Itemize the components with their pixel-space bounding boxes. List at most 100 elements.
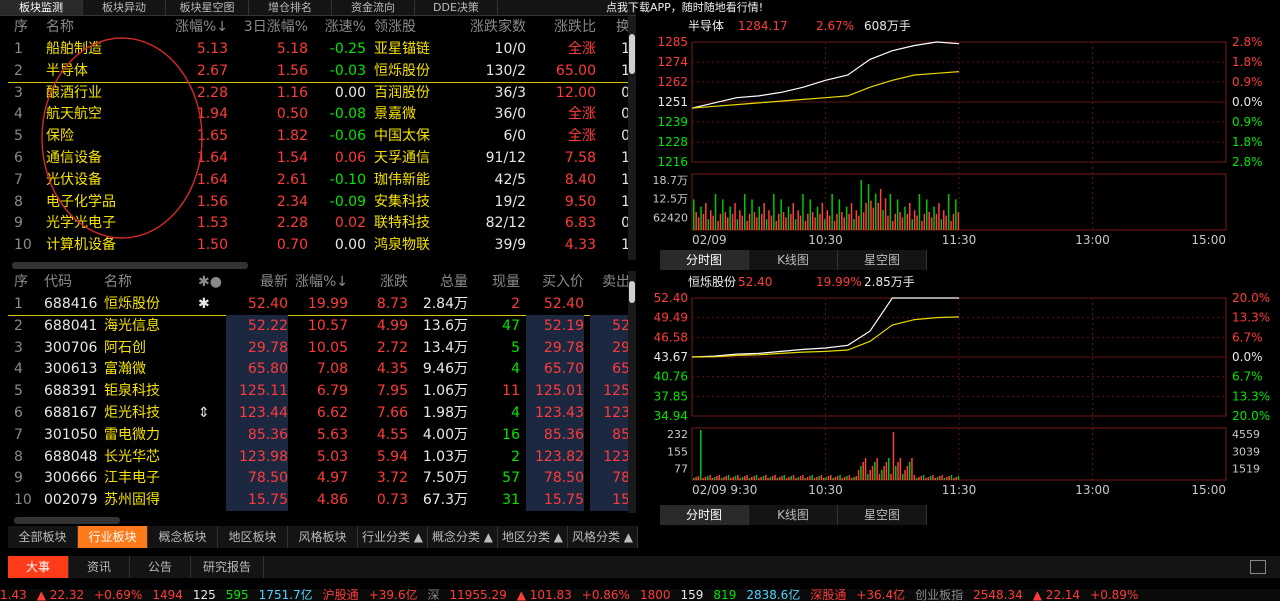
top-tab-3[interactable]: 增仓排名 <box>249 0 332 15</box>
volume-bar <box>730 478 732 480</box>
stock-cell-code[interactable]: 301050 <box>44 424 104 446</box>
sector-cell-leader[interactable]: 中国太保 <box>374 125 454 147</box>
chart-tab-2[interactable]: 星空图 <box>838 505 927 525</box>
stock-cell-code[interactable]: 300613 <box>44 358 104 380</box>
section-tab-5[interactable]: 行业分类 ▲ <box>358 526 428 548</box>
stock-header-2[interactable]: 名称 <box>104 271 194 293</box>
stock-vscroll[interactable] <box>628 271 636 513</box>
sector-header-7[interactable]: 涨跌比 <box>530 16 596 38</box>
stock-header-7[interactable]: 总量 <box>410 271 468 293</box>
news-tab-1[interactable]: 资讯 <box>69 556 130 578</box>
sector-cell-leader[interactable]: 亚星锚链 <box>374 38 454 60</box>
sector-header-0[interactable]: 序 <box>14 16 34 38</box>
stock-cell-name[interactable]: 长光华芯 <box>104 446 194 468</box>
section-tab-4[interactable]: 风格板块 <box>288 526 358 548</box>
table-row[interactable]: 5 688391 钜泉科技 125.11 6.79 7.95 1.06万 11 125.01 12… <box>8 380 630 403</box>
stock-cell-name[interactable]: 炬光科技 <box>104 402 194 424</box>
stock-header-1[interactable]: 代码 <box>44 271 104 293</box>
sector-cell-leader[interactable]: 百润股份 <box>374 82 454 104</box>
stock-cell-code[interactable]: 688167 <box>44 402 104 424</box>
volume-bar <box>736 219 739 230</box>
sector-vscroll[interactable] <box>628 16 636 260</box>
sector-vscroll-thumb[interactable] <box>629 34 635 74</box>
volume-bar <box>758 206 760 230</box>
stock-cell-name[interactable]: 苏州固得 <box>104 489 194 511</box>
stock-header-8[interactable]: 现量 <box>470 271 520 293</box>
sector-hscroll[interactable] <box>12 262 248 269</box>
section-tab-3[interactable]: 地区板块 <box>218 526 288 548</box>
table-row[interactable]: 10 002079 苏州固得 15.75 4.86 0.73 67.3万 31 15.75 15 <box>8 489 630 512</box>
stock-cell-code[interactable]: 002079 <box>44 489 104 511</box>
top-tab-1[interactable]: 板块异动 <box>83 0 166 15</box>
volume-bar <box>794 219 797 230</box>
section-tab-0[interactable]: 全部板块 <box>8 526 78 548</box>
chart-tab-0[interactable]: 分时图 <box>660 250 749 270</box>
table-row[interactable]: 2 688041 海光信息 52.22 10.57 4.99 13.6万 47 52.19 52 <box>8 314 630 337</box>
promo-banner[interactable]: 点我下载APP，随时随地看行情! <box>606 0 763 15</box>
stock-cell-name[interactable]: 阿石创 <box>104 337 194 359</box>
table-row[interactable]: 1 688416 恒烁股份 ✱ 52.40 19.99 8.73 2.84万 2 52.40 <box>8 293 628 316</box>
stock-header-4[interactable]: 最新 <box>226 271 288 293</box>
chart-tab-1[interactable]: K线图 <box>749 505 838 525</box>
stock-vscroll-thumb[interactable] <box>629 281 635 303</box>
sector-cell-leader[interactable]: 恒烁股份 <box>374 60 454 82</box>
stock-intraday-chart[interactable]: 恒烁股份 52.40 19.99% 2.85万手 52.40 20.0% 49.49 13.3… <box>640 272 1280 504</box>
news-tab-0[interactable]: 大事 <box>8 556 69 578</box>
window-restore-icon[interactable] <box>1250 560 1266 574</box>
sector-cell-leader[interactable]: 天孚通信 <box>374 147 454 169</box>
sector-header-4[interactable]: 涨速% <box>314 16 366 38</box>
stock-cell-code[interactable]: 688416 <box>44 293 104 315</box>
sector-cell-leader[interactable]: 联特科技 <box>374 212 454 234</box>
sector-intraday-chart[interactable]: 半导体 1284.17 2.67% 608万手 1285 2.8% 1274 1.8% 1262… <box>640 16 1280 246</box>
top-tab-2[interactable]: 板块星空图 <box>166 0 249 15</box>
chart-tab-1[interactable]: K线图 <box>749 250 838 270</box>
section-tab-7[interactable]: 地区分类 ▲ <box>498 526 568 548</box>
chart-tab-0[interactable]: 分时图 <box>660 505 749 525</box>
sector-cell-leader[interactable]: 鸿泉物联 <box>374 234 454 256</box>
section-tab-1[interactable]: 行业板块 <box>78 526 148 548</box>
stock-cell-name[interactable]: 雷电微力 <box>104 424 194 446</box>
section-tab-6[interactable]: 概念分类 ▲ <box>428 526 498 548</box>
top-tab-0[interactable]: 板块监测 <box>0 0 83 15</box>
stock-header-9[interactable]: 买入价 <box>526 271 584 293</box>
sector-header-3[interactable]: 3日涨幅% <box>238 16 308 38</box>
sector-header-5[interactable]: 领涨股 <box>374 16 454 38</box>
volume-bar <box>778 477 781 480</box>
sector-cell-leader[interactable]: 景嘉微 <box>374 103 454 125</box>
volume-bar <box>881 470 883 480</box>
table-row[interactable]: 6 688167 炬光科技 ⇕ 123.44 6.62 7.66 1.98万 4 123.43 12… <box>8 402 630 424</box>
stock-header-0[interactable]: 序 <box>14 271 34 293</box>
stock-header-6[interactable]: 涨跌 <box>350 271 408 293</box>
table-row[interactable]: 4 300613 富瀚微 65.80 7.08 4.35 9.46万 4 65.70 65 <box>8 358 630 381</box>
stock-cell-code[interactable]: 300706 <box>44 337 104 359</box>
stock-cell-code[interactable]: 300666 <box>44 467 104 489</box>
stock-cell-code[interactable]: 688391 <box>44 380 104 402</box>
top-tab-5[interactable]: DDE决策 <box>415 0 498 15</box>
table-row[interactable]: 3 300706 阿石创 29.78 10.05 2.72 13.4万 5 29.78 29 <box>8 336 630 359</box>
chart-tab-2[interactable]: 星空图 <box>838 250 927 270</box>
volume-bar <box>770 215 773 230</box>
stock-cell-code[interactable]: 688048 <box>44 446 104 468</box>
stock-cell-name[interactable]: 江丰电子 <box>104 467 194 489</box>
table-row[interactable]: 8 688048 长光华芯 123.98 5.03 5.94 1.03万 2 123.82 123 <box>8 445 630 468</box>
stock-header-10[interactable]: 卖出 <box>590 271 630 293</box>
section-tab-8[interactable]: 风格分类 ▲ <box>568 526 638 548</box>
stock-cell-name[interactable]: 富瀚微 <box>104 358 194 380</box>
top-tab-4[interactable]: 资金流向 <box>332 0 415 15</box>
table-row[interactable]: 7 301050 雷电微力 85.36 5.63 4.55 4.00万 16 85.36 85 <box>8 423 630 446</box>
sector-header-8[interactable]: 换 <box>606 16 630 38</box>
table-row[interactable]: 9 300666 江丰电子 78.50 4.97 3.72 7.50万 57 78.50 78 <box>8 467 630 490</box>
stock-header-5[interactable]: 涨幅%↓ <box>290 271 348 293</box>
stock-cell-name[interactable]: 恒烁股份 <box>104 293 194 315</box>
stock-header-3[interactable]: ✱● <box>198 271 222 293</box>
sector-header-6[interactable]: 涨跌家数 <box>458 16 526 38</box>
news-tab-2[interactable]: 公告 <box>130 556 191 578</box>
stock-hscroll[interactable] <box>14 517 120 524</box>
sector-cell-leader[interactable]: 珈伟新能 <box>374 169 454 191</box>
section-tab-2[interactable]: 概念板块 <box>148 526 218 548</box>
news-tab-3[interactable]: 研究报告 <box>191 556 264 578</box>
sector-cell-leader[interactable]: 安集科技 <box>374 191 454 213</box>
stock-cell-name[interactable]: 钜泉科技 <box>104 380 194 402</box>
stock-cell-name[interactable]: 海光信息 <box>104 315 194 337</box>
stock-cell-code[interactable]: 688041 <box>44 315 104 337</box>
